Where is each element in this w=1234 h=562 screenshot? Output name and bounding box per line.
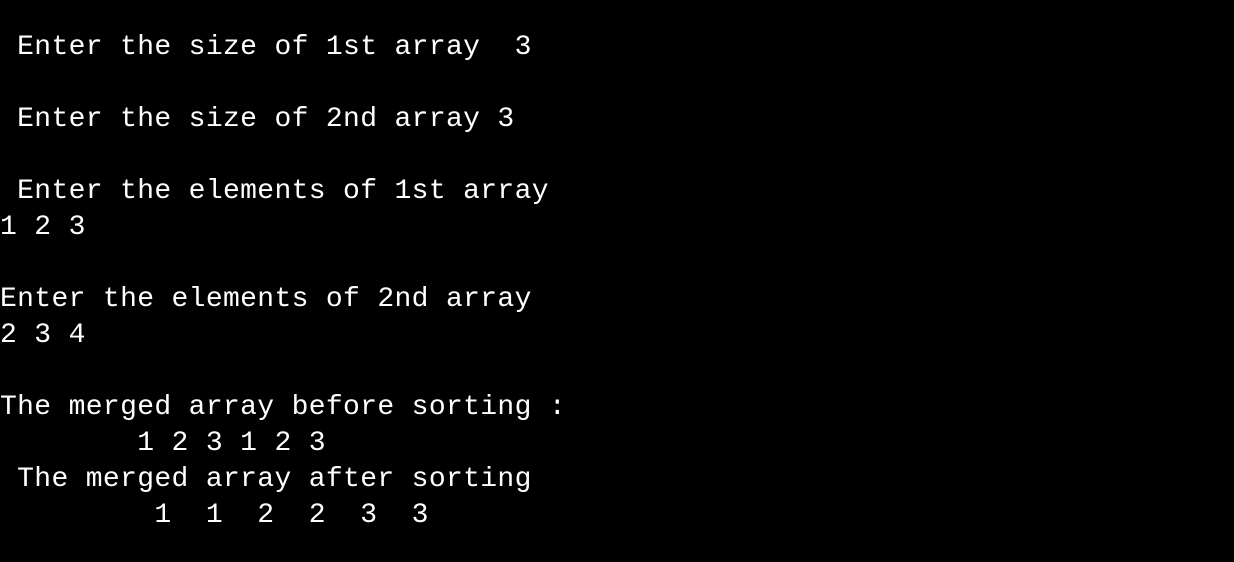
console-line-merged-after-data: 1 1 2 2 3 3 [0, 500, 429, 531]
console-line-merged-after-label: The merged array after sorting [0, 464, 532, 495]
terminal-console-screen[interactable]: Enter the size of 1st array 3 Enter the … [0, 0, 1234, 562]
console-line-elements-second-input: 2 3 4 [0, 320, 86, 351]
console-line-elements-second-prompt: Enter the elements of 2nd array [0, 284, 532, 315]
console-line-elements-first-prompt: Enter the elements of 1st array [0, 176, 549, 207]
console-line-elements-first-input: 1 2 3 [0, 212, 86, 243]
console-line-size-first-prompt: Enter the size of 1st array 3 [0, 32, 532, 63]
console-line-merged-before-label: The merged array before sorting : [0, 392, 567, 423]
console-line-size-second-prompt: Enter the size of 2nd array 3 [0, 104, 515, 135]
console-line-merged-before-data: 1 2 3 1 2 3 [0, 428, 326, 459]
